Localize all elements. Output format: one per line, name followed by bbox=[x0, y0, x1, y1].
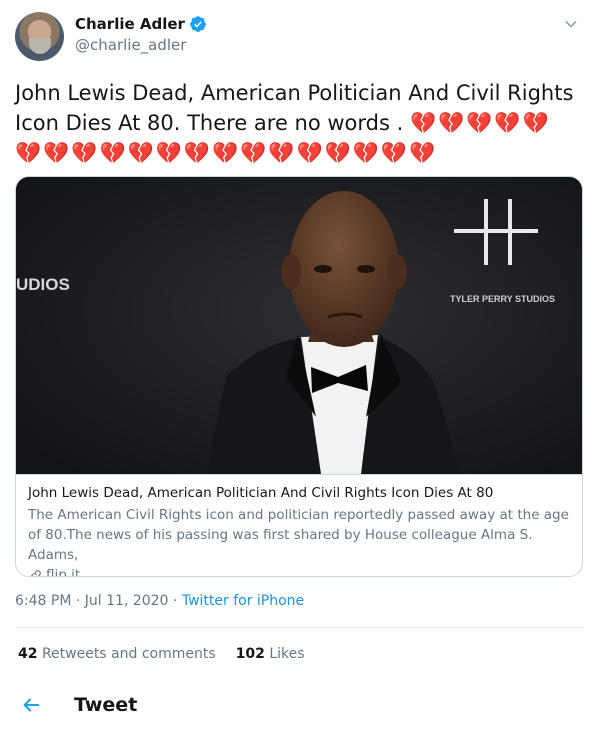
card-photo: UDIOS TYLER PERRY STUDIOS bbox=[16, 177, 582, 474]
studios-text-right: TYLER PERRY STUDIOS bbox=[450, 294, 555, 304]
page-title: Tweet bbox=[74, 694, 138, 716]
tweet-time[interactable]: 6:48 PM bbox=[15, 593, 71, 609]
tweet-meta: 6:48 PM · Jul 11, 2020 · Twitter for iPh… bbox=[15, 593, 304, 609]
tweet-date[interactable]: Jul 11, 2020 bbox=[85, 593, 169, 609]
avatar[interactable] bbox=[15, 12, 64, 61]
card-body[interactable]: John Lewis Dead, American Politician And… bbox=[16, 474, 582, 576]
tweet-stats: 42 Retweets and comments 102 Likes bbox=[18, 646, 305, 662]
likes-label: Likes bbox=[269, 646, 305, 662]
display-name[interactable]: Charlie Adler bbox=[75, 15, 185, 33]
card-domain: flip.it bbox=[46, 567, 81, 577]
card-title: John Lewis Dead, American Politician And… bbox=[28, 485, 494, 501]
retweets-count: 42 bbox=[18, 646, 38, 662]
retweets-label: Retweets and comments bbox=[41, 646, 216, 662]
retweets-stat[interactable]: 42 Retweets and comments bbox=[18, 646, 216, 662]
studios-text-left: UDIOS bbox=[16, 275, 70, 294]
name-row: Charlie Adler bbox=[75, 15, 207, 33]
broken-heart-emoji-line1: 💔💔💔💔💔 bbox=[409, 111, 551, 135]
top-nav-bar: Tweet bbox=[0, 690, 598, 730]
meta-separator: · bbox=[71, 593, 85, 609]
link-icon bbox=[30, 569, 41, 576]
divider bbox=[15, 627, 583, 628]
author-handle[interactable]: @charlie_adler bbox=[75, 36, 186, 54]
card-description: The American Civil Rights icon and polit… bbox=[28, 507, 569, 563]
avatar-beard bbox=[29, 38, 51, 54]
tweet-text: John Lewis Dead, American Politician And… bbox=[15, 78, 583, 168]
meta-separator: · bbox=[168, 593, 182, 609]
link-preview-card[interactable]: UDIOS TYLER PERRY STUDIOS John Lewis Dea… bbox=[15, 176, 583, 577]
likes-stat[interactable]: 102 Likes bbox=[236, 646, 305, 662]
card-image[interactable]: UDIOS TYLER PERRY STUDIOS bbox=[16, 177, 582, 474]
chevron-down-icon[interactable] bbox=[561, 14, 581, 34]
card-link[interactable]: flip.it bbox=[28, 565, 570, 577]
back-arrow-icon[interactable] bbox=[20, 694, 42, 716]
broken-heart-emoji-line2: 💔💔💔💔💔💔💔💔💔💔💔💔💔💔💔 bbox=[15, 141, 438, 165]
tweet-header: Charlie Adler @charlie_adler bbox=[15, 12, 583, 62]
tweet-source[interactable]: Twitter for iPhone bbox=[182, 593, 304, 609]
likes-count: 102 bbox=[235, 646, 265, 662]
verified-badge-icon bbox=[190, 16, 206, 32]
